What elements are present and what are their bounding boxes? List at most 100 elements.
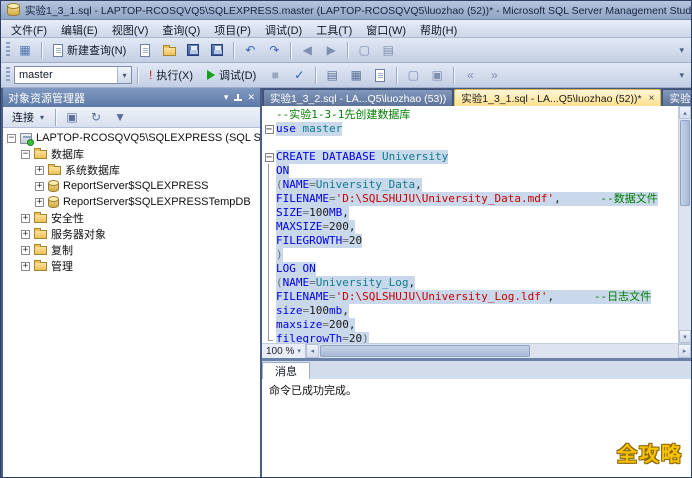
tree-item-system-databases[interactable]: + 系统数据库 bbox=[3, 162, 260, 178]
hscrollbar-thumb[interactable] bbox=[319, 345, 530, 357]
menu-item-5[interactable]: 项目(P) bbox=[207, 20, 258, 37]
tree-item-reportserver[interactable]: + ReportServer$SQLEXPRESS bbox=[3, 178, 260, 194]
expand-icon[interactable]: + bbox=[21, 245, 30, 255]
tree-item-security[interactable]: + 安全性 bbox=[3, 210, 260, 226]
toolbar-overflow-icon[interactable]: ▾ bbox=[676, 45, 687, 56]
tab-file-3[interactable]: 实验1_2.s bbox=[662, 89, 691, 106]
activity-monitor-icon[interactable]: ▦ bbox=[14, 40, 36, 61]
menu-item-6[interactable]: 调试(D) bbox=[258, 20, 309, 37]
debug-button[interactable]: 调试(D) bbox=[201, 65, 262, 86]
code-line-6[interactable]: (NAME=University_Data, bbox=[262, 178, 678, 192]
undo-icon[interactable]: ↶ bbox=[239, 40, 261, 61]
collapse-icon[interactable]: − bbox=[7, 133, 16, 143]
menu-item-2[interactable]: 编辑(E) bbox=[54, 20, 105, 37]
save-all-icon[interactable] bbox=[206, 40, 228, 61]
expand-icon[interactable]: + bbox=[35, 165, 44, 175]
execute-button[interactable]: ! 执行(X) bbox=[143, 65, 199, 86]
menu-item-9[interactable]: 帮助(H) bbox=[413, 20, 464, 37]
registered-servers-icon[interactable]: ▤ bbox=[377, 40, 399, 61]
code-line-7[interactable]: FILENAME='D:\SQLSHUJU\University_Data.md… bbox=[262, 192, 678, 206]
fold-collapse-icon[interactable]: − bbox=[264, 152, 274, 162]
scroll-left-icon[interactable]: ◂ bbox=[305, 344, 319, 358]
properties-window-icon[interactable]: ▢ bbox=[353, 40, 375, 61]
scroll-down-icon[interactable]: ▾ bbox=[679, 330, 691, 343]
tree-item-management[interactable]: + 管理 bbox=[3, 258, 260, 274]
tree-item-server-objects[interactable]: + 服务器对象 bbox=[3, 226, 260, 242]
tab-close-icon[interactable]: × bbox=[647, 93, 655, 104]
code-line-5[interactable]: ON bbox=[262, 164, 678, 178]
results-to-file-icon[interactable] bbox=[369, 65, 391, 86]
expand-icon[interactable]: + bbox=[35, 181, 44, 191]
code-line-10[interactable]: FILEGROWTH=20 bbox=[262, 234, 678, 248]
pin-icon[interactable] bbox=[233, 93, 243, 103]
tree-item-replication[interactable]: + 复制 bbox=[3, 242, 260, 258]
save-icon[interactable] bbox=[182, 40, 204, 61]
tree-item-databases[interactable]: − 数据库 bbox=[3, 146, 260, 162]
code-line-4[interactable]: − CREATE DATABASE University bbox=[262, 150, 678, 164]
scroll-right-icon[interactable]: ▸ bbox=[678, 344, 691, 358]
code-line-2[interactable]: − use master bbox=[262, 122, 678, 136]
dropdown-arrow-icon[interactable]: ▾ bbox=[117, 67, 131, 83]
outdent-icon[interactable]: « bbox=[459, 65, 481, 86]
expand-icon[interactable]: + bbox=[21, 213, 30, 223]
connect-button[interactable]: 连接 ▾ bbox=[6, 108, 50, 126]
query-options-icon[interactable]: ▢ bbox=[402, 65, 424, 86]
code-line-16[interactable]: maxsize=200, bbox=[262, 318, 678, 332]
code-line-11[interactable]: ) bbox=[262, 248, 678, 262]
code-line-8[interactable]: SIZE=100MB, bbox=[262, 206, 678, 220]
messages-tab[interactable]: 消息 bbox=[262, 362, 310, 379]
redo-icon[interactable]: ↷ bbox=[263, 40, 285, 61]
hscrollbar-track[interactable] bbox=[531, 344, 678, 358]
expand-icon[interactable]: + bbox=[21, 229, 30, 239]
tab-file-1[interactable]: 实验1_3_2.sql - LA...Q5\luozhao (53)) bbox=[263, 89, 454, 106]
vscrollbar-thumb[interactable] bbox=[680, 120, 690, 206]
navigate-forward-icon[interactable]: ▶ bbox=[320, 40, 342, 61]
results-to-text-icon[interactable]: ▤ bbox=[321, 65, 343, 86]
fold-collapse-icon[interactable]: − bbox=[264, 124, 274, 134]
scroll-up-icon[interactable]: ▴ bbox=[679, 106, 691, 119]
menu-item-4[interactable]: 查询(Q) bbox=[155, 20, 207, 37]
tab-file-2[interactable]: 实验1_3_1.sql - LA...Q5\luozhao (52))* × bbox=[454, 89, 662, 106]
sql-editor[interactable]: --实验1-3-1先创建数据库 − use master − CREATE DATABA… bbox=[262, 106, 691, 343]
open-file-icon[interactable] bbox=[158, 40, 180, 61]
vertical-scrollbar[interactable]: ▴ ▾ bbox=[678, 106, 691, 343]
menu-item-7[interactable]: 工具(T) bbox=[309, 20, 359, 37]
results-to-grid-icon[interactable]: ▦ bbox=[345, 65, 367, 86]
menu-item-3[interactable]: 视图(V) bbox=[105, 20, 156, 37]
indent-icon[interactable]: » bbox=[483, 65, 505, 86]
code-line-3[interactable] bbox=[262, 136, 678, 150]
collapse-icon[interactable]: − bbox=[21, 149, 30, 159]
menu-item-1[interactable]: 文件(F) bbox=[4, 20, 54, 37]
code-line-1[interactable]: --实验1-3-1先创建数据库 bbox=[262, 108, 678, 122]
expand-icon[interactable]: + bbox=[21, 261, 30, 271]
database-combo[interactable]: master ▾ bbox=[14, 66, 132, 84]
zoom-dropdown-icon[interactable]: ▾ bbox=[297, 347, 301, 355]
close-icon[interactable]: ✕ bbox=[247, 92, 255, 103]
disconnect-icon[interactable]: ▣ bbox=[61, 108, 83, 126]
new-query-button[interactable]: 新建查询(N) bbox=[47, 40, 132, 61]
toolbar-overflow-icon[interactable]: ▾ bbox=[676, 70, 687, 81]
tree-item-server[interactable]: − LAPTOP-RCOSQVQ5\SQLEXPRESS (SQL Server … bbox=[3, 130, 260, 146]
code-line-17[interactable]: filegrowTh=20) bbox=[262, 332, 678, 343]
tree-item-reportserver-tempdb[interactable]: + ReportServer$SQLEXPRESSTempDB bbox=[3, 194, 260, 210]
title-bar[interactable]: 实验1_3_1.sql - LAPTOP-RCOSQVQ5\SQLEXPRESS… bbox=[1, 1, 691, 20]
navigate-back-icon[interactable]: ◀ bbox=[296, 40, 318, 61]
filter-icon[interactable]: ▼ bbox=[109, 108, 131, 126]
refresh-icon[interactable]: ↻ bbox=[85, 108, 107, 126]
horizontal-scrollbar[interactable]: ◂ ▸ bbox=[305, 344, 691, 358]
code-lines[interactable]: --实验1-3-1先创建数据库 − use master − CREATE DATABA… bbox=[262, 106, 678, 343]
code-line-14[interactable]: FILENAME='D:\SQLSHUJU\University_Log.ldf… bbox=[262, 290, 678, 304]
code-line-15[interactable]: size=100mb, bbox=[262, 304, 678, 318]
code-line-13[interactable]: (NAME=University_Log, bbox=[262, 276, 678, 290]
code-line-12[interactable]: LOG ON bbox=[262, 262, 678, 276]
new-document-icon[interactable] bbox=[134, 40, 156, 61]
cancel-query-icon[interactable]: ■ bbox=[264, 65, 286, 86]
code-line-9[interactable]: MAXSIZE=200, bbox=[262, 220, 678, 234]
expand-icon[interactable]: + bbox=[35, 197, 44, 207]
intellisense-icon[interactable]: ▣ bbox=[426, 65, 448, 86]
menu-item-8[interactable]: 窗口(W) bbox=[359, 20, 413, 37]
object-explorer-header[interactable]: 对象资源管理器 ▾ ✕ bbox=[3, 88, 260, 107]
zoom-control[interactable]: 100 % ▾ bbox=[262, 344, 306, 358]
parse-query-icon[interactable]: ✓ bbox=[288, 65, 310, 86]
window-menu-icon[interactable]: ▾ bbox=[224, 92, 229, 103]
